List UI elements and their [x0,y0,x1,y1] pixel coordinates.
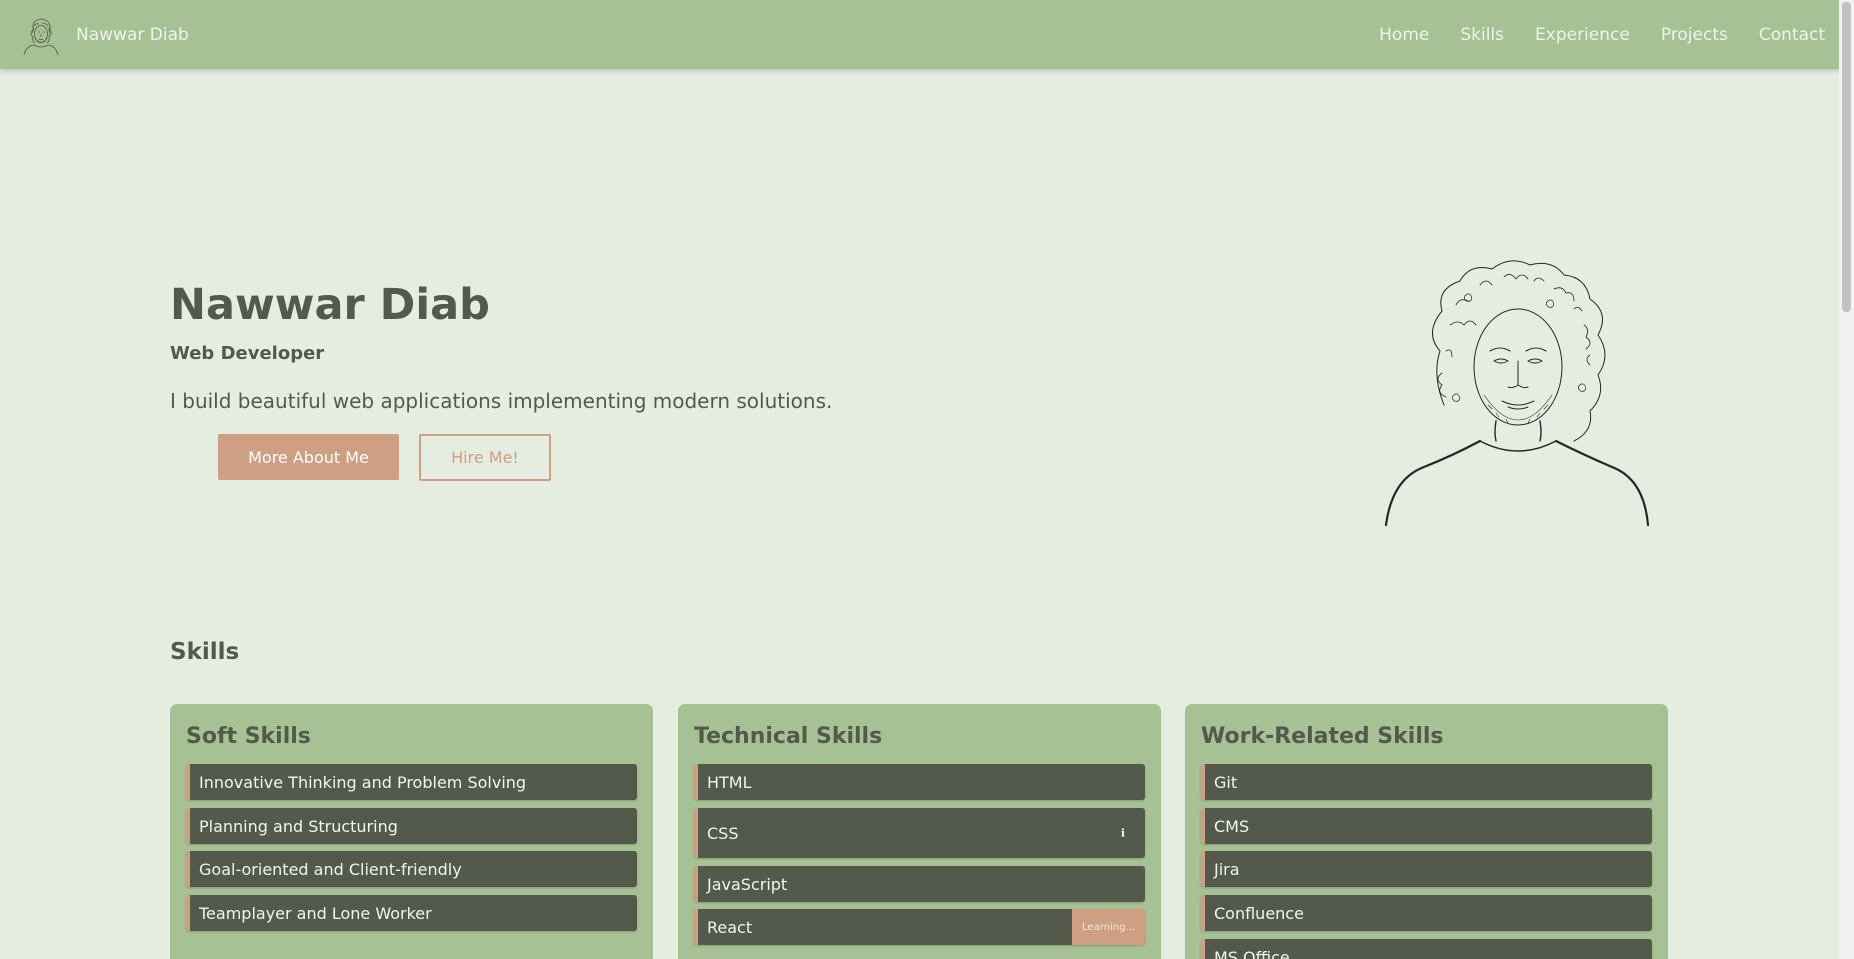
hero-name: Nawwar Diab [170,280,490,330]
page-scrollbar[interactable] [1839,0,1854,959]
skill-item: Goal-oriented and Client-friendly [186,851,637,887]
card-title: Soft Skills [186,724,311,749]
hire-me-button[interactable]: Hire Me! [419,434,551,481]
technical-skills-card: Technical Skills HTML CSS ℹ JavaScript R… [678,704,1161,959]
skills-section-title: Skills [170,639,240,665]
skill-item-react: React Learning... [694,909,1145,945]
more-about-me-button[interactable]: More About Me [218,434,399,480]
skill-item: CMS [1201,808,1652,844]
skill-label: JavaScript [707,874,788,894]
nav-link-contact[interactable]: Contact [1759,25,1825,45]
nav-link-home[interactable]: Home [1379,25,1429,45]
skill-item: Confluence [1201,895,1652,931]
skill-item: Jira [1201,851,1652,887]
hero-role: Web Developer [170,343,325,364]
learning-badge: Learning... [1072,909,1145,945]
skill-item-html: HTML [694,764,1145,800]
skill-item: Git [1201,764,1652,800]
brand[interactable]: Nawwar Diab [20,14,189,56]
work-related-skills-card: Work-Related Skills Git CMS Jira Conflue… [1185,704,1668,959]
hero-tagline: I build beautiful web applications imple… [170,389,833,413]
skill-item-javascript: JavaScript [694,866,1145,902]
brand-name[interactable]: Nawwar Diab [76,25,189,45]
nav-link-experience[interactable]: Experience [1535,25,1630,45]
portrait-sketch-icon [1384,260,1650,527]
card-title: Work-Related Skills [1201,724,1444,749]
soft-skills-card: Soft Skills Innovative Thinking and Prob… [170,704,653,959]
skill-item-css: CSS ℹ [694,808,1145,858]
skill-label: React [707,917,753,937]
nav-links: Home Skills Experience Projects Contact [1348,0,1825,69]
skill-item: MS Office [1201,939,1652,959]
skill-item: Teamplayer and Lone Worker [186,895,637,931]
card-title: Technical Skills [694,724,883,749]
portrait-logo-icon[interactable] [20,14,62,56]
info-icon[interactable]: ℹ [1121,827,1125,840]
nav-link-skills[interactable]: Skills [1460,25,1504,45]
scrollbar-thumb[interactable] [1842,2,1851,312]
skill-item: Planning and Structuring [186,808,637,844]
navbar: Nawwar Diab Home Skills Experience Proje… [0,0,1839,69]
skill-item: Innovative Thinking and Problem Solving [186,764,637,800]
skill-label: HTML [707,772,752,792]
skill-label: CSS [707,823,739,843]
nav-link-projects[interactable]: Projects [1661,25,1728,45]
